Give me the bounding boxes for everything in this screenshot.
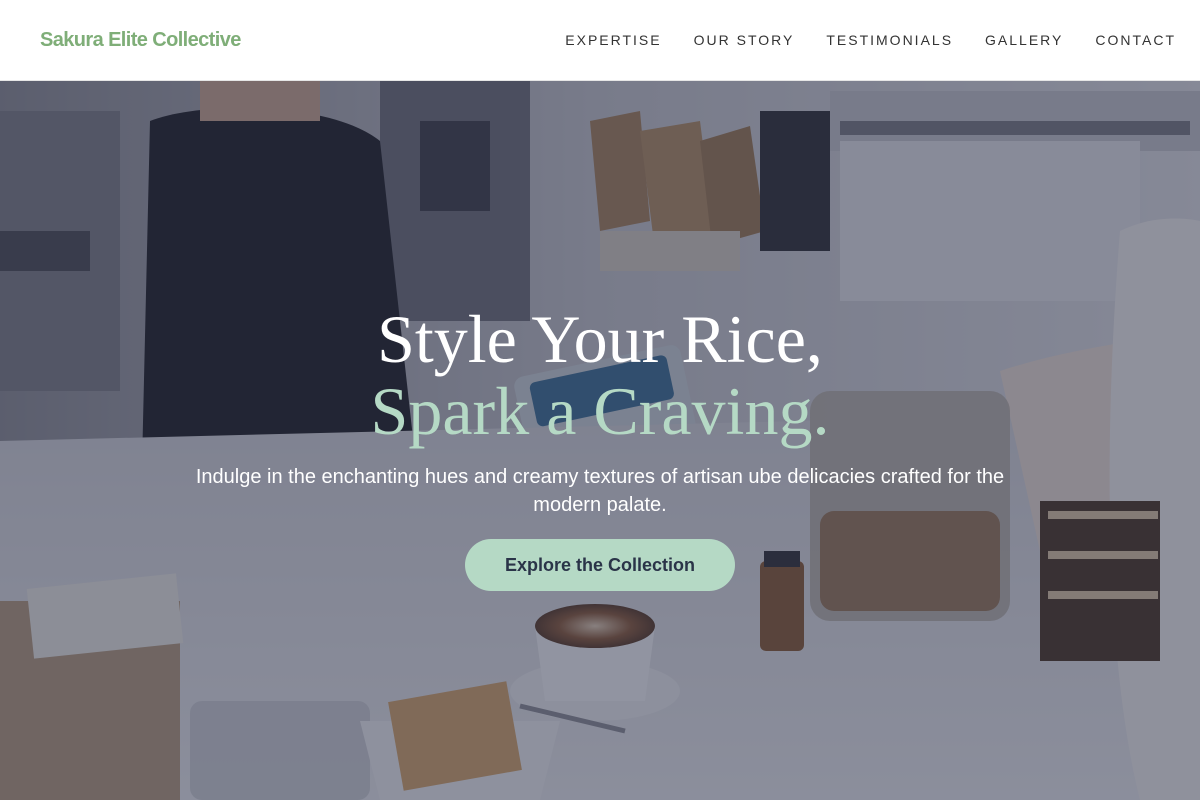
brand-logo-link[interactable]: Sakura Elite Collective: [40, 29, 241, 52]
nav-link-our-story[interactable]: OUR STORY: [694, 32, 795, 48]
hero-content: Style Your Rice, Spark a Craving. Indulg…: [0, 81, 1200, 800]
nav-link-expertise[interactable]: EXPERTISE: [565, 32, 661, 48]
hero-section: Style Your Rice, Spark a Craving. Indulg…: [0, 81, 1200, 800]
nav-link-testimonials[interactable]: TESTIMONIALS: [826, 32, 953, 48]
nav-link-contact[interactable]: CONTACT: [1095, 32, 1176, 48]
explore-collection-button[interactable]: Explore the Collection: [465, 539, 735, 591]
hero-title: Style Your Rice, Spark a Craving.: [371, 303, 830, 447]
main-nav: EXPERTISE OUR STORY TESTIMONIALS GALLERY…: [565, 32, 1176, 48]
hero-title-line-2: Spark a Craving.: [370, 373, 830, 449]
hero-title-line-1: Style Your Rice,: [377, 301, 823, 377]
site-header: Sakura Elite Collective EXPERTISE OUR ST…: [0, 0, 1200, 81]
hero-subtitle: Indulge in the enchanting hues and cream…: [195, 466, 1005, 516]
nav-link-gallery[interactable]: GALLERY: [985, 32, 1063, 48]
